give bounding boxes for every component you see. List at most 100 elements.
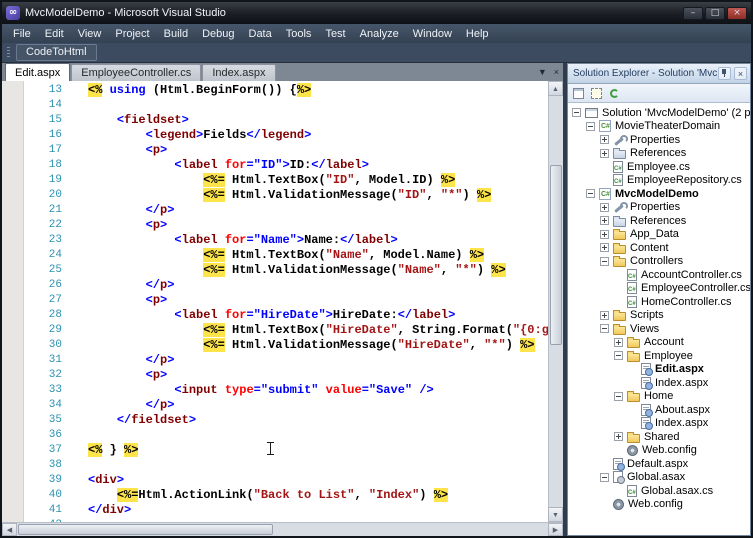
tree-item-about-aspx[interactable]: About.aspx: [568, 403, 750, 417]
tree-item-content[interactable]: Content: [568, 241, 750, 255]
scroll-down-icon[interactable]: ▼: [548, 507, 563, 522]
code-text: <%= Html.TextBox("ID", Model.ID) %>: [203, 173, 456, 187]
tree-item-index-aspx[interactable]: Index.aspx: [568, 376, 750, 390]
tab-employeecontroller-cs[interactable]: EmployeeController.cs: [71, 64, 202, 81]
collapse-icon[interactable]: [600, 324, 609, 334]
tree-item-employee[interactable]: Employee: [568, 349, 750, 363]
menu-item-help[interactable]: Help: [459, 26, 496, 42]
collapse-icon[interactable]: [586, 121, 595, 131]
menu-item-analyze[interactable]: Analyze: [353, 26, 406, 42]
scroll-up-icon[interactable]: ▲: [548, 81, 563, 96]
menu-item-file[interactable]: File: [6, 26, 38, 42]
tree-item-web-config[interactable]: Web.config: [568, 498, 750, 512]
auto-hide-pin-icon[interactable]: [718, 67, 731, 80]
tree-item-references[interactable]: References: [568, 147, 750, 161]
minimize-button[interactable]: –: [683, 6, 703, 20]
refresh-icon[interactable]: [607, 86, 622, 101]
collapse-icon[interactable]: [572, 108, 581, 118]
tree-item-references[interactable]: References: [568, 214, 750, 228]
expand-icon[interactable]: [600, 135, 609, 145]
tree-item-account[interactable]: Account: [568, 336, 750, 350]
tab-edit-aspx[interactable]: Edit.aspx: [5, 63, 71, 81]
tree-item-shared[interactable]: Shared: [568, 430, 750, 444]
expand-icon[interactable]: [614, 337, 623, 347]
tree-item-controllers[interactable]: Controllers: [568, 255, 750, 269]
tree-item-app-data[interactable]: App_Data: [568, 228, 750, 242]
tree-item-scripts[interactable]: Scripts: [568, 309, 750, 323]
code-editor[interactable]: 13 <% using (Html.BeginForm()) {%> 14 15 <…: [2, 81, 563, 522]
expand-icon[interactable]: [600, 202, 609, 212]
horizontal-scrollbar[interactable]: ◀ ▶: [2, 522, 563, 536]
close-document-icon[interactable]: ×: [554, 66, 559, 78]
tree-item-index-aspx[interactable]: Index.aspx: [568, 417, 750, 430]
menu-item-view[interactable]: View: [71, 26, 109, 42]
menu-item-build[interactable]: Build: [157, 26, 195, 42]
line-number: 16: [48, 129, 62, 141]
expand-icon[interactable]: [600, 310, 609, 320]
tree-item-label: Employee.cs: [627, 160, 690, 173]
folder-icon: [613, 310, 626, 322]
code-text: <legend>Fields</legend>: [145, 128, 312, 142]
collapse-icon[interactable]: [614, 391, 623, 401]
expand-icon[interactable]: [600, 243, 609, 253]
maximize-button[interactable]: □: [705, 6, 725, 20]
horizontal-scroll-thumb[interactable]: [18, 524, 273, 535]
code-line: 18 <label for="ID">ID:</label>: [24, 158, 548, 173]
vertical-scroll-thumb[interactable]: [550, 165, 562, 345]
menu-item-tools[interactable]: Tools: [279, 26, 319, 42]
code-line: 23 <label for="Name">Name:</label>: [24, 233, 548, 248]
vertical-scrollbar[interactable]: ▲ ▼: [548, 81, 563, 522]
tree-item-views[interactable]: Views: [568, 322, 750, 336]
codetohtml-toolbar-button[interactable]: CodeToHtml: [16, 44, 97, 61]
solution-explorer-header[interactable]: Solution Explorer - Solution 'Mvc... ×: [568, 64, 750, 84]
show-all-files-icon[interactable]: [589, 86, 604, 101]
active-files-dropdown-icon[interactable]: ▼: [538, 66, 547, 78]
tree-item-employeecontroller-cs[interactable]: EmployeeController.cs: [568, 282, 750, 296]
tree-item-edit-aspx[interactable]: Edit.aspx: [568, 363, 750, 376]
scroll-left-icon[interactable]: ◀: [2, 523, 17, 536]
tab-index-aspx[interactable]: Index.aspx: [202, 64, 276, 81]
collapse-icon[interactable]: [600, 256, 609, 266]
menu-item-project[interactable]: Project: [108, 26, 156, 42]
title-bar[interactable]: ∞ MvcModelDemo - Microsoft Visual Studio…: [2, 2, 751, 24]
collapse-icon[interactable]: [614, 351, 623, 361]
expand-icon[interactable]: [600, 216, 609, 226]
tree-item-default-aspx[interactable]: Default.aspx: [568, 457, 750, 471]
tree-item-properties[interactable]: Properties: [568, 133, 750, 147]
tree-item-employee-cs[interactable]: Employee.cs: [568, 160, 750, 174]
menu-item-window[interactable]: Window: [406, 26, 459, 42]
tree-item-global-asax[interactable]: Global.asax: [568, 471, 750, 484]
tree-item-movietheaterdomain[interactable]: MovieTheaterDomain: [568, 120, 750, 134]
menu-item-debug[interactable]: Debug: [195, 26, 241, 42]
tree-item-home[interactable]: Home: [568, 390, 750, 404]
references-icon: [613, 215, 626, 227]
collapse-icon[interactable]: [586, 189, 595, 199]
tree-item-homecontroller-cs[interactable]: HomeController.cs: [568, 295, 750, 309]
properties-icon[interactable]: [571, 86, 586, 101]
toolbar-grip-handle[interactable]: [7, 46, 10, 59]
tree-item-accountcontroller-cs[interactable]: AccountController.cs: [568, 268, 750, 282]
code-text: <%= Html.ValidationMessage("Name", "*") …: [203, 263, 506, 277]
tree-item-global-asax-cs[interactable]: Global.asax.cs: [568, 484, 750, 498]
panel-close-icon[interactable]: ×: [734, 67, 747, 80]
code-text: </fieldset>: [116, 413, 197, 427]
scroll-right-icon[interactable]: ▶: [548, 523, 563, 536]
tree-item-solution-mvcmodeldemo-2-projects[interactable]: Solution 'MvcModelDemo' (2 projects): [568, 106, 750, 120]
menu-item-edit[interactable]: Edit: [38, 26, 71, 42]
breakpoint-margin[interactable]: [2, 81, 24, 522]
tree-item-web-config[interactable]: Web.config: [568, 444, 750, 458]
code-line: 28 <label for="HireDate">HireDate:</labe…: [24, 308, 548, 323]
collapse-icon[interactable]: [600, 472, 609, 482]
expand-icon[interactable]: [600, 229, 609, 239]
tree-item-mvcmodeldemo[interactable]: MvcModelDemo: [568, 187, 750, 201]
tree-item-properties[interactable]: Properties: [568, 201, 750, 215]
cs-icon: [627, 268, 637, 281]
expand-icon[interactable]: [600, 148, 609, 158]
menu-item-data[interactable]: Data: [242, 26, 279, 42]
tree-item-employeerepository-cs[interactable]: EmployeeRepository.cs: [568, 174, 750, 188]
menu-item-test[interactable]: Test: [318, 26, 352, 42]
code-line: 25 <%= Html.ValidationMessage("Name", "*…: [24, 263, 548, 278]
expand-icon[interactable]: [614, 432, 623, 442]
line-number: 37: [48, 444, 62, 456]
close-button[interactable]: ×: [727, 6, 747, 20]
